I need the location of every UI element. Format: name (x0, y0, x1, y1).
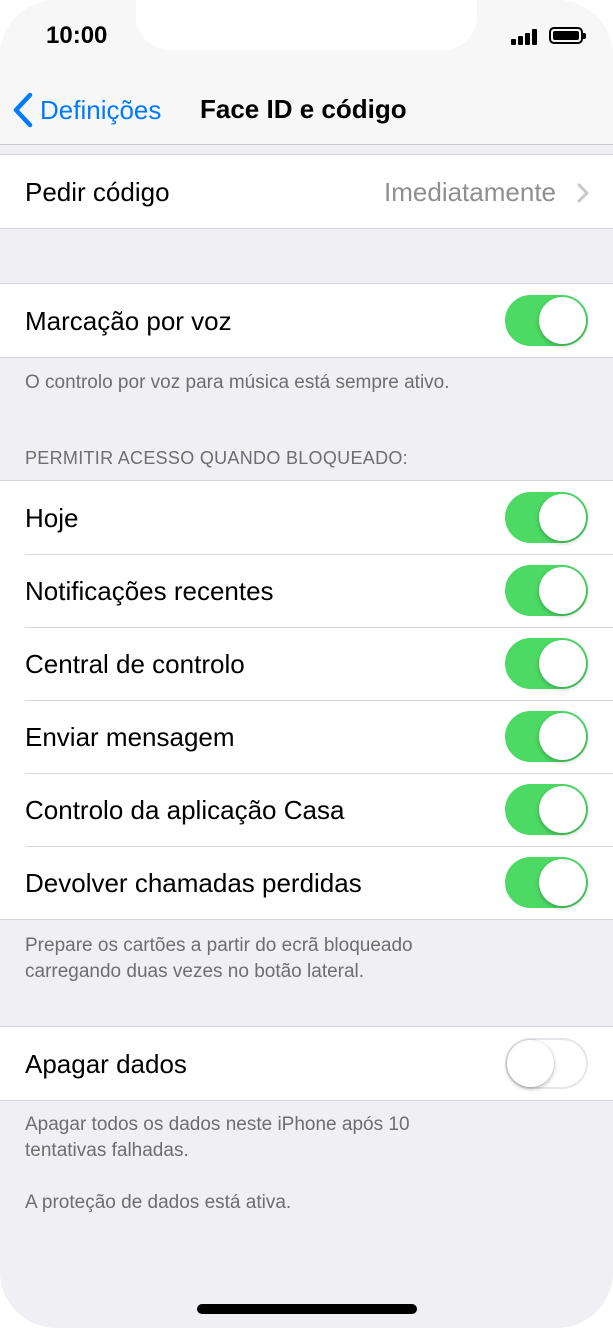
battery-full-icon (549, 27, 586, 44)
toggle-knob (539, 567, 586, 614)
locked-access-row-return-missed-calls: Devolver chamadas perdidas (0, 846, 613, 919)
toggle-knob (539, 494, 586, 541)
data-protection-note: A proteção de dados está ativa. (25, 1192, 292, 1213)
toggle-knob (539, 713, 586, 760)
locked-access-row-control-center: Central de controlo (0, 627, 613, 700)
toggle-knob (507, 1040, 554, 1087)
back-button-label: Definições (40, 94, 162, 125)
back-button[interactable]: Definições (12, 90, 161, 130)
locked-access-row-send-message: Enviar mensagem (0, 700, 613, 773)
voice-dial-row: Marcação por voz (0, 284, 613, 357)
erase-data-group: Apagar dados (0, 1026, 613, 1101)
row-label: Enviar mensagem (25, 722, 235, 752)
status-bar: 10:00 (0, 0, 613, 76)
chevron-left-icon (13, 92, 33, 128)
send-message-toggle[interactable] (505, 711, 588, 762)
page-title: Face ID e código (200, 94, 407, 124)
voice-dial-footer: O controlo por voz para música está semp… (25, 372, 450, 393)
locked-access-footer-line2: carregando duas vezes no botão lateral. (25, 961, 365, 982)
erase-data-label: Apagar dados (25, 1049, 187, 1079)
require-passcode-value: Imediatamente (384, 177, 556, 207)
erase-data-footer-line1: Apagar todos os dados neste iPhone após … (25, 1114, 410, 1135)
status-time: 10:00 (46, 22, 108, 49)
require-passcode-group: Pedir código Imediatamente (0, 154, 613, 229)
locked-access-header: PERMITIR ACESSO QUANDO BLOQUEADO: (25, 448, 408, 468)
home-control-toggle[interactable] (505, 784, 588, 835)
return-missed-calls-toggle[interactable] (505, 857, 588, 908)
phone-screen: 10:00 Definições Face ID e código Pedir … (0, 0, 613, 1328)
today-toggle[interactable] (505, 492, 588, 543)
row-label: Controlo da aplicação Casa (25, 795, 345, 825)
locked-access-footer-line1: Prepare os cartões a partir do ecrã bloq… (25, 935, 413, 956)
row-label: Hoje (25, 503, 79, 533)
locked-access-footer: Prepare os cartões a partir do ecrã bloq… (25, 933, 585, 985)
toggle-knob (539, 859, 586, 906)
locked-access-group: Hoje Notificações recentes Central de co… (0, 480, 613, 920)
notch (136, 0, 477, 50)
row-label: Devolver chamadas perdidas (25, 868, 362, 898)
toggle-knob (539, 297, 586, 344)
erase-data-toggle[interactable] (505, 1038, 588, 1089)
erase-data-footer: Apagar todos os dados neste iPhone após … (25, 1112, 585, 1164)
locked-access-row-recent-notifications: Notificações recentes (0, 554, 613, 627)
row-label: Central de controlo (25, 649, 245, 679)
toggle-knob (539, 786, 586, 833)
voice-dial-label: Marcação por voz (25, 306, 232, 336)
navigation-bar: Definições Face ID e código (0, 76, 613, 145)
control-center-toggle[interactable] (505, 638, 588, 689)
voice-dial-toggle[interactable] (505, 295, 588, 346)
recent-notifications-toggle[interactable] (505, 565, 588, 616)
toggle-knob (539, 640, 586, 687)
require-passcode-row[interactable]: Pedir código Imediatamente (0, 155, 613, 228)
require-passcode-label: Pedir código (25, 177, 170, 207)
chevron-right-icon (577, 183, 589, 203)
row-label: Notificações recentes (25, 576, 274, 606)
voice-dial-group: Marcação por voz (0, 283, 613, 358)
home-indicator[interactable] (197, 1304, 417, 1314)
erase-data-row: Apagar dados (0, 1027, 613, 1100)
locked-access-row-home-control: Controlo da aplicação Casa (0, 773, 613, 846)
erase-data-footer-line2: tentativas falhadas. (25, 1140, 189, 1161)
locked-access-row-today: Hoje (0, 481, 613, 554)
